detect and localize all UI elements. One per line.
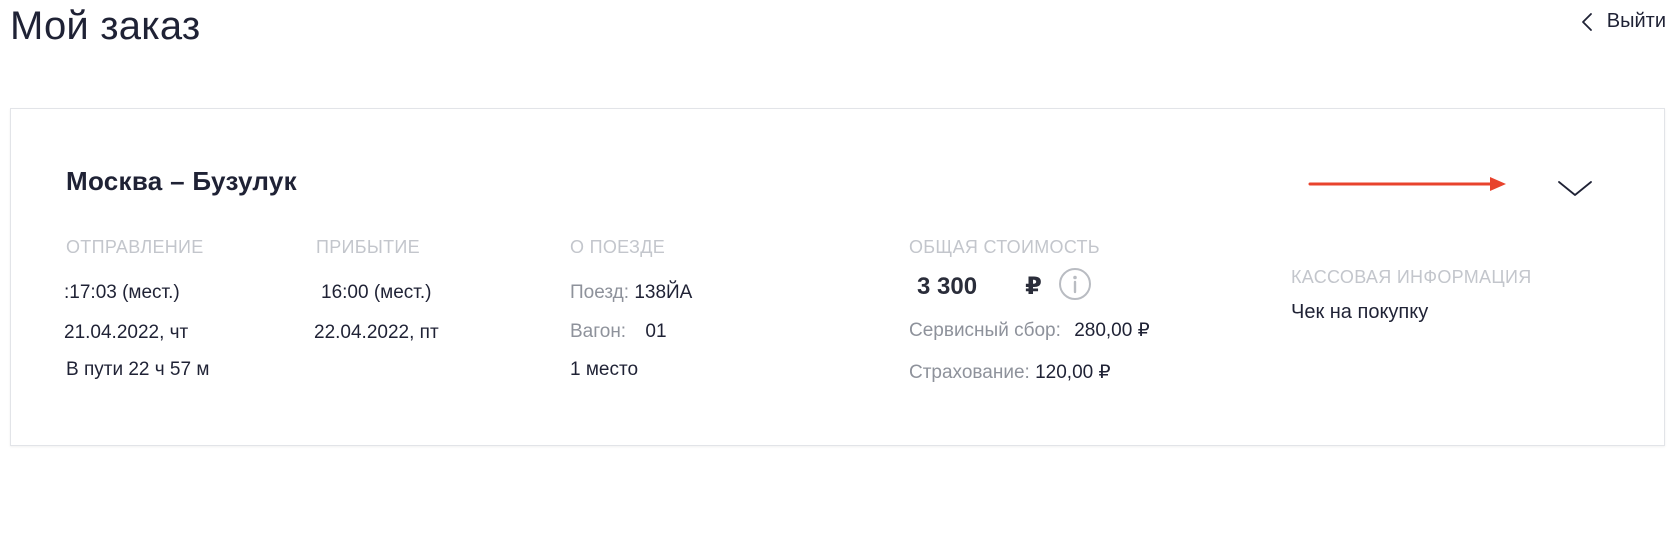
receipt-link[interactable]: Чек на покупку [1291, 301, 1428, 324]
red-arrow-icon [1308, 176, 1508, 197]
info-icon[interactable] [1058, 267, 1092, 306]
departure-time: :17:03 (мест.) [64, 282, 180, 303]
service-fee-row: Сервисный сбор: 280,00 ₽ [909, 319, 1150, 342]
arrival-column: ПРИБЫТИЕ 16:00 (мест.) 22.04.2022, пт [314, 237, 439, 343]
travel-duration: В пути 22 ч 57 м [66, 359, 210, 380]
car-number-row: Вагон: 01 [570, 321, 667, 343]
service-fee-label: Сервисный сбор: [909, 320, 1061, 341]
train-info-label: О ПОЕЗДЕ [570, 237, 666, 257]
service-fee-value: 280,00 ₽ [1074, 320, 1150, 341]
arrival-time: 16:00 (мест.) [321, 282, 432, 303]
car-number: 01 [645, 321, 667, 342]
cost-column: ОБЩАЯ СТОИМОСТЬ 3 300 ₽ Сервисный сбор: … [909, 237, 1150, 383]
route-title: Москва – Бузулук [66, 166, 297, 196]
total-price: 3 300 [917, 272, 978, 300]
logout-label: Выйти [1606, 10, 1666, 32]
cash-info-label: КАССОВАЯ ИНФОРМАЦИЯ [1291, 267, 1532, 287]
arrival-date: 22.04.2022, пт [314, 322, 439, 343]
price-row: 3 300 ₽ [909, 267, 1092, 306]
arrival-label: ПРИБЫТИЕ [316, 237, 420, 257]
insurance-row: Страхование: 120,00 ₽ [909, 361, 1111, 384]
departure-label: ОТПРАВЛЕНИЕ [66, 237, 204, 257]
train-number-label: Поезд: [570, 282, 630, 303]
train-number-row: Поезд: 138ЙА [570, 282, 692, 304]
total-cost-label: ОБЩАЯ СТОИМОСТЬ [909, 237, 1100, 257]
train-number: 138ЙА [634, 282, 693, 303]
order-card: Москва – Бузулук ОТПРАВЛЕНИЕ :17:03 (мес… [10, 108, 1665, 446]
chevron-down-icon[interactable] [1557, 179, 1593, 204]
insurance-value: 120,00 ₽ [1035, 362, 1111, 383]
page-title: Мой заказ [10, 4, 201, 48]
currency-sign: ₽ [1025, 273, 1042, 300]
chevron-left-icon [1581, 12, 1593, 32]
logout-button[interactable]: Выйти [1581, 10, 1666, 33]
insurance-label: Страхование: [909, 362, 1030, 383]
departure-column: ОТПРАВЛЕНИЕ :17:03 (мест.) 21.04.2022, ч… [64, 237, 209, 380]
train-column: О ПОЕЗДЕ Поезд: 138ЙА Вагон: 01 1 место [570, 237, 692, 380]
departure-date: 21.04.2022, чт [64, 322, 189, 343]
cash-info-column: КАССОВАЯ ИНФОРМАЦИЯ Чек на покупку [1291, 267, 1532, 323]
car-number-label: Вагон: [570, 321, 627, 342]
seat-count: 1 место [570, 359, 639, 380]
